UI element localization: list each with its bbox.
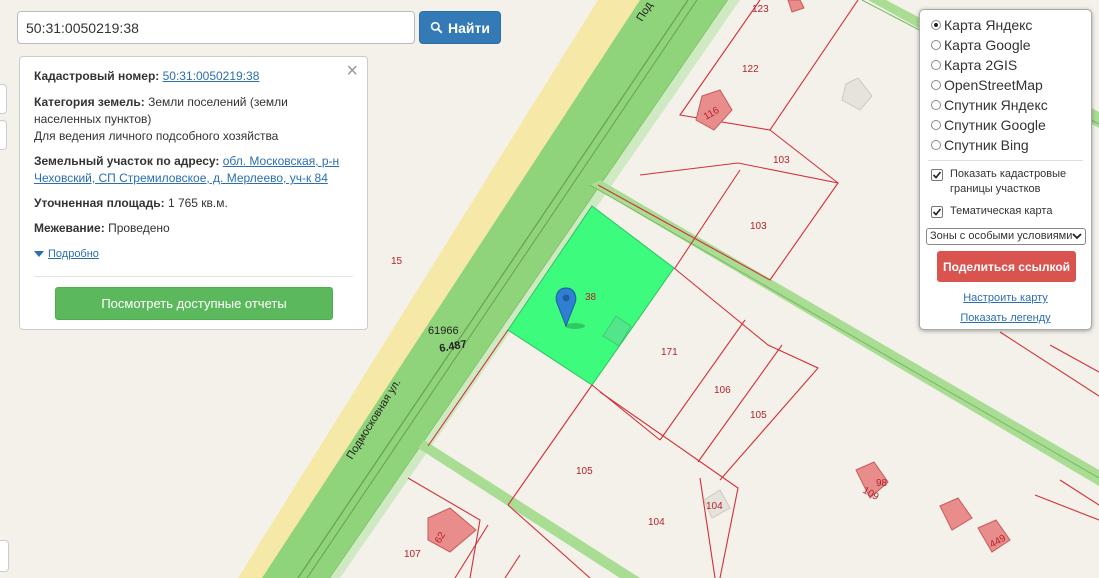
plot-label: 38: [585, 292, 597, 303]
land-category-label: Категория земель:: [34, 95, 145, 109]
radio-icon[interactable]: [931, 100, 941, 110]
base-map-label: OpenStreetMap: [944, 77, 1043, 93]
plot-label: 107: [404, 549, 421, 560]
base-map-label: Карта 2GIS: [944, 57, 1018, 73]
survey-value: Проведено: [108, 221, 170, 235]
radio-icon[interactable]: [931, 80, 941, 90]
layers-panel: Карта Яндекс Карта Google Карта 2GIS Ope…: [919, 9, 1092, 330]
search-button[interactable]: Найти: [419, 11, 501, 44]
plot-label: 103: [750, 221, 767, 232]
plot-label: 122: [742, 64, 759, 75]
base-map-option[interactable]: Карта 2GIS: [931, 57, 1017, 73]
plot-label: 15: [391, 256, 403, 267]
address-row: Земельный участок по адресу: обл. Москов…: [34, 153, 354, 187]
divider: [928, 160, 1083, 161]
caret-down-icon: [34, 251, 44, 257]
plot-label: 98: [876, 478, 888, 489]
side-tab[interactable]: [0, 120, 7, 150]
cadastral-number-link[interactable]: 50:31:0050219:38: [163, 69, 260, 83]
plot-label: 105: [750, 410, 767, 421]
cadastral-number-label: Кадастровый номер:: [34, 69, 160, 83]
plot-label: 106: [714, 385, 731, 396]
details-link[interactable]: Подробно: [34, 248, 99, 260]
road-code-label: 61966: [428, 325, 459, 337]
plot-label: 104: [706, 501, 723, 512]
zone-select[interactable]: Зоны с особыми условиями: [926, 228, 1086, 245]
area-row: Уточненная площадь: 1 765 кв.м.: [34, 195, 354, 212]
checkbox-checked-icon[interactable]: [931, 169, 943, 181]
base-map-option[interactable]: Спутник Яндекс: [931, 97, 1048, 113]
base-map-option[interactable]: OpenStreetMap: [931, 77, 1043, 93]
land-category-row: Категория земель: Земли поселений (земли…: [34, 94, 354, 145]
base-map-label: Карта Яндекс: [944, 17, 1033, 33]
show-borders-option[interactable]: Показать кадастровые границы участков: [931, 167, 1081, 197]
base-map-option[interactable]: Спутник Google: [931, 117, 1046, 133]
plot-label: 105: [576, 466, 593, 477]
show-borders-label: Показать кадастровые границы участков: [950, 168, 1067, 195]
divider: [34, 276, 353, 277]
base-map-label: Карта Google: [944, 37, 1031, 53]
plot-label: 104: [648, 517, 665, 528]
survey-label: Межевание:: [34, 221, 105, 235]
survey-row: Межевание: Проведено: [34, 220, 354, 237]
base-map-option[interactable]: Карта Google: [931, 37, 1031, 53]
thematic-map-label: Тематическая карта: [950, 205, 1053, 217]
base-map-label: Спутник Bing: [944, 137, 1029, 153]
search-icon: [430, 21, 443, 34]
land-usage-value: Для ведения личного подсобного хозяйства: [34, 129, 279, 143]
area-label: Уточненная площадь:: [34, 196, 165, 210]
cadastral-number-row: Кадастровый номер: 50:31:0050219:38: [34, 68, 354, 85]
side-tab[interactable]: [0, 84, 7, 114]
plot-label: 103: [773, 155, 790, 166]
plot-label: 123: [752, 4, 769, 15]
search-button-label: Найти: [448, 19, 490, 36]
view-reports-button[interactable]: Посмотреть доступные отчеты: [55, 287, 333, 320]
zone-select-value: Зоны с особыми условиями: [930, 230, 1073, 242]
base-map-option[interactable]: Спутник Bing: [931, 137, 1029, 153]
thematic-map-option[interactable]: Тематическая карта: [931, 204, 1052, 219]
base-map-label: Спутник Яндекс: [944, 97, 1048, 113]
radio-icon[interactable]: [931, 120, 941, 130]
side-tab[interactable]: [0, 540, 9, 572]
show-legend-link[interactable]: Показать легенду: [920, 312, 1091, 324]
parcel-info-panel: × Кадастровый номер: 50:31:0050219:38 Ка…: [19, 56, 368, 330]
details-link-label: Подробно: [48, 248, 99, 260]
checkbox-checked-icon[interactable]: [931, 206, 943, 218]
base-map-label: Спутник Google: [944, 117, 1046, 133]
radio-icon[interactable]: [931, 40, 941, 50]
radio-icon[interactable]: [931, 140, 941, 150]
base-map-option[interactable]: Карта Яндекс: [931, 17, 1032, 33]
radio-icon[interactable]: [931, 60, 941, 70]
configure-map-link[interactable]: Настроить карту: [920, 292, 1091, 304]
address-label: Земельный участок по адресу:: [34, 154, 220, 168]
area-value: 1 765 кв.м.: [167, 196, 228, 210]
chevron-down-icon: [1072, 233, 1082, 240]
search-input[interactable]: [17, 11, 415, 44]
share-link-button[interactable]: Поделиться ссылкой: [937, 251, 1076, 282]
radio-selected-icon[interactable]: [931, 20, 941, 30]
plot-label: 171: [661, 347, 678, 358]
